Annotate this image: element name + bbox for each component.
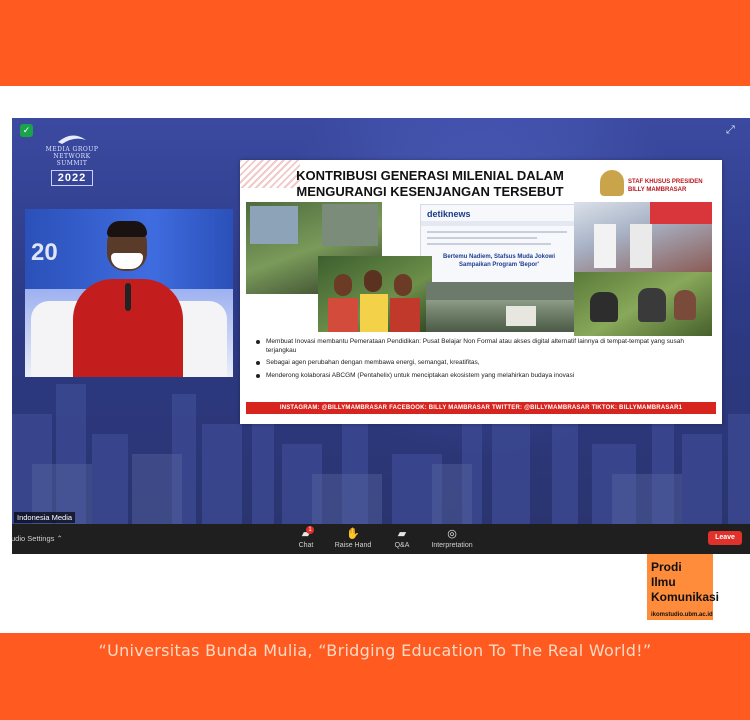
photo-classroom-inset [250, 206, 298, 244]
social-media-bar: INSTAGRAM: @BILLYMAMBRASAR FACEBOOK: BIL… [246, 402, 716, 414]
child-face [334, 274, 352, 296]
prodi-line2: Ilmu [651, 575, 676, 589]
child-face [394, 274, 412, 296]
summit-logo-mark-icon [58, 135, 86, 144]
slide-title-line2: MENGURANGI KESENJANGAN TERSEBUT [296, 184, 564, 199]
meeting-toolbar: Audio Settings ⌃ ▰ 1 Chat ✋ Raise Hand ▰… [12, 524, 750, 554]
photo-teacher-inset [322, 204, 378, 246]
slide-title-line1: KONTRIBUSI GENERASI MILENIAL DALAM [296, 168, 564, 183]
slide-bullets: Membuat Inovasi membantu Pemerataan Pend… [254, 338, 714, 384]
leave-button[interactable]: Leave [708, 531, 742, 545]
event-org-line2: NETWORK [53, 153, 91, 160]
slide-title: KONTRIBUSI GENERASI MILENIAL DALAM MENGU… [280, 168, 580, 200]
news-headline: Bertemu Nadiem, Stafsus Muda Jokowi Samp… [442, 254, 556, 268]
event-org-line1: MEDIA GROUP [45, 146, 99, 153]
prodi-logo-box: Prodi Ilmu Komunikasi ikomstudio.ubm.ac.… [647, 554, 719, 620]
planting-person [674, 290, 696, 320]
news-text-line [427, 237, 537, 239]
staff-tag-line2: BILLY MAMBRASAR [628, 187, 687, 193]
event-org-line3: SUMMIT [56, 160, 88, 167]
meeting-banner [650, 202, 712, 224]
news-nav-bar [421, 221, 577, 226]
child-face [364, 270, 382, 292]
studio-screen-numbers: 20 [31, 239, 58, 266]
speaker-hair [107, 221, 147, 237]
workspace-laptop [506, 306, 536, 326]
qa-bubbles-icon: ▰ [397, 528, 407, 540]
slide-bullet: Menderong kolaborasi ABCGM (Pentahelix) … [254, 372, 714, 381]
zoom-meeting-window: ✓ ⤢ MEDIA GROUP NETWORK SUMMIT 2022 20 K… [12, 118, 750, 554]
top-orange-band [0, 0, 750, 86]
chat-label: Chat [298, 542, 314, 549]
child-figure [390, 298, 420, 332]
meeting-person [594, 224, 616, 268]
raise-hand-label: Raise Hand [334, 542, 372, 549]
garuda-emblem-icon [600, 170, 624, 196]
qa-label: Q&A [394, 542, 410, 549]
child-figure [360, 294, 388, 332]
planting-person [638, 288, 666, 322]
meeting-person [630, 224, 652, 268]
photo-meeting [574, 202, 712, 272]
raise-hand-button[interactable]: ✋ Raise Hand [334, 528, 372, 549]
hand-icon: ✋ [346, 528, 360, 540]
qa-button[interactable]: ▰ Q&A [392, 528, 412, 549]
news-screenshot: detiknews Bertemu Nadiem, Stafsus Muda J… [420, 204, 578, 284]
chat-button[interactable]: ▰ 1 Chat [296, 526, 316, 549]
planting-person [590, 292, 618, 322]
interpretation-button[interactable]: ◎ Interpretation [428, 528, 476, 549]
news-text-line [427, 243, 551, 245]
globe-icon: ◎ [447, 528, 457, 540]
prodi-url: ikomstudio.ubm.ac.id [651, 612, 713, 618]
microphone-icon [125, 283, 131, 311]
university-tagline: “Universitas Bunda Mulia, “Bridging Educ… [98, 641, 652, 660]
staff-tag-line1: STAF KHUSUS PRESIDEN [628, 179, 703, 185]
photo-children [318, 256, 432, 332]
speaker-mask [111, 253, 143, 269]
event-logo: MEDIA GROUP NETWORK SUMMIT 2022 [32, 132, 112, 186]
slide-bullet: Sebagai agen perubahan dengan membawa en… [254, 359, 714, 368]
child-figure [328, 298, 358, 332]
news-text-line [427, 231, 567, 233]
event-year: 2022 [50, 170, 94, 186]
news-brand: detiknews [427, 209, 471, 219]
speaker-video: 20 [25, 209, 233, 377]
slide-bullet: Membuat Inovasi membantu Pemerataan Pend… [254, 338, 714, 355]
prodi-line3: Komunikasi [651, 590, 720, 604]
chat-unread-badge: 1 [306, 526, 314, 534]
prodi-line1: Prodi [651, 560, 682, 574]
staff-tag-text: STAF KHUSUS PRESIDEN BILLY MAMBRASAR [628, 178, 703, 194]
interpretation-label: Interpretation [431, 542, 473, 549]
expand-icon[interactable]: ⤢ [726, 124, 738, 136]
video-stage: ✓ ⤢ MEDIA GROUP NETWORK SUMMIT 2022 20 K… [12, 118, 750, 524]
participant-name-tag: Indonesia Media [14, 512, 76, 523]
photo-planting [574, 272, 712, 336]
audio-settings-button[interactable]: Audio Settings ⌃ [12, 534, 63, 543]
workspace-roof [426, 282, 576, 300]
photo-workspace [426, 282, 576, 332]
presentation-slide: KONTRIBUSI GENERASI MILENIAL DALAM MENGU… [240, 160, 722, 424]
